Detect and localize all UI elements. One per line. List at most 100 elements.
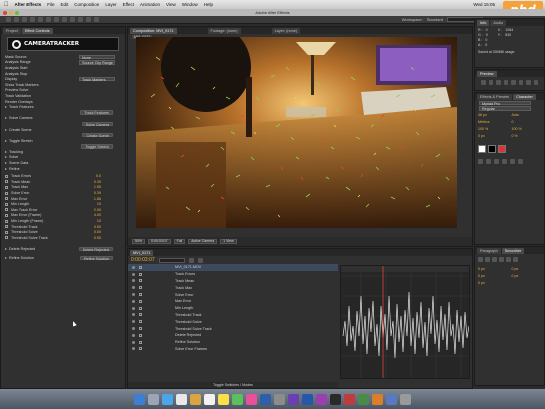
layer-switch-icon[interactable] bbox=[139, 279, 142, 283]
app-store-icon[interactable] bbox=[260, 393, 271, 405]
tab-audio[interactable]: Audio bbox=[490, 20, 507, 26]
apple-icon[interactable]:  bbox=[4, 2, 9, 8]
visibility-eye-icon[interactable] bbox=[132, 306, 135, 310]
stopwatch-icon[interactable] bbox=[5, 191, 8, 195]
tab-smoother[interactable]: Smoother bbox=[501, 248, 525, 254]
subscript-icon[interactable] bbox=[518, 159, 523, 165]
stopwatch-icon[interactable] bbox=[5, 174, 8, 178]
layer-switch-icon[interactable] bbox=[139, 272, 142, 276]
camera-view-dropdown[interactable]: Active Camera bbox=[188, 239, 218, 244]
track-param-value[interactable]: 0.39 bbox=[94, 180, 125, 184]
brush-tool-icon[interactable] bbox=[70, 17, 75, 22]
menu-edit[interactable]: Edit bbox=[61, 2, 69, 7]
layer-switch-icon[interactable] bbox=[139, 327, 142, 331]
timeline-layer-row[interactable]: Threshold Solve Track bbox=[128, 325, 338, 332]
justify-all-icon[interactable] bbox=[513, 257, 518, 262]
premiere-icon[interactable] bbox=[316, 393, 327, 405]
tab-info[interactable]: Info bbox=[477, 20, 490, 26]
layer-switch-icon[interactable] bbox=[139, 340, 142, 344]
refine-button[interactable]: Refine Solution bbox=[79, 255, 113, 261]
disclosure-triangle-icon[interactable] bbox=[5, 150, 7, 153]
stopwatch-icon[interactable] bbox=[5, 197, 8, 201]
track-param-value[interactable]: 0.50 bbox=[94, 225, 125, 229]
disclosure-triangle-icon[interactable] bbox=[5, 167, 7, 170]
effect-action-button[interactable]: Track Features bbox=[80, 110, 113, 115]
small-caps-icon[interactable] bbox=[502, 159, 507, 165]
minimize-window-button[interactable] bbox=[9, 10, 13, 15]
timeline-layer-row[interactable]: Track Mean bbox=[128, 278, 338, 285]
audio-icon[interactable] bbox=[518, 80, 523, 85]
eraser-tool-icon[interactable] bbox=[86, 17, 91, 22]
menu-composition[interactable]: Composition bbox=[74, 2, 99, 7]
tab-composition[interactable]: Composition: MVI_0171 bbox=[130, 28, 177, 34]
disclosure-triangle-icon[interactable] bbox=[5, 156, 7, 159]
refine-button[interactable]: Delete Rejected bbox=[78, 246, 113, 252]
effect-action-button[interactable]: Create Scene bbox=[82, 132, 113, 138]
visibility-eye-icon[interactable] bbox=[132, 265, 135, 269]
menu-help[interactable]: Help bbox=[204, 2, 213, 7]
timeline-layer-row[interactable]: Solve Error Frames bbox=[128, 346, 338, 353]
paragraph-value-field[interactable]: 0 px bbox=[478, 281, 508, 286]
timeline-layer-row[interactable]: Min Length bbox=[128, 305, 338, 312]
visibility-eye-icon[interactable] bbox=[132, 286, 135, 290]
visibility-eye-icon[interactable] bbox=[132, 340, 135, 344]
graph-editor[interactable] bbox=[340, 265, 470, 379]
track-param-value[interactable]: 0.50 bbox=[94, 230, 125, 234]
disclosure-triangle-icon[interactable] bbox=[5, 117, 7, 120]
visibility-eye-icon[interactable] bbox=[132, 272, 135, 276]
effect-param-dropdown[interactable]: Track Markers bbox=[79, 76, 115, 82]
rotate-tool-icon[interactable] bbox=[30, 17, 35, 22]
visibility-eye-icon[interactable] bbox=[132, 327, 135, 331]
visibility-eye-icon[interactable] bbox=[132, 347, 135, 351]
timeline-layer-row[interactable]: Threshold Solve bbox=[128, 318, 338, 325]
zoom-window-button[interactable] bbox=[15, 10, 19, 15]
stopwatch-icon[interactable] bbox=[5, 202, 8, 206]
effect-param-dropdown[interactable]: None bbox=[79, 54, 115, 59]
clock[interactable]: Wed 15:05 bbox=[473, 2, 495, 7]
graph-editor-icon[interactable] bbox=[188, 257, 194, 263]
stopwatch-icon[interactable] bbox=[5, 219, 8, 223]
character-value-field[interactable]: 100 % bbox=[512, 127, 542, 132]
track-param-value[interactable]: 10 bbox=[97, 202, 125, 206]
trash-icon[interactable] bbox=[400, 393, 411, 405]
loop-icon[interactable] bbox=[526, 80, 531, 85]
current-time-display[interactable]: 0:00:03:07 bbox=[148, 239, 171, 244]
tab-layer[interactable]: Layer: (none) bbox=[271, 28, 301, 34]
stopwatch-icon[interactable] bbox=[5, 213, 8, 217]
itunes-icon[interactable] bbox=[246, 393, 257, 405]
effect-action-button[interactable]: Toggle Stretch bbox=[81, 144, 113, 149]
track-param-value[interactable]: 0.50 bbox=[94, 236, 125, 240]
magnification-dropdown[interactable]: 50% bbox=[132, 239, 146, 244]
track-param-value[interactable]: 2.00 bbox=[94, 208, 125, 212]
visibility-eye-icon[interactable] bbox=[132, 279, 135, 283]
quicktime-icon[interactable] bbox=[344, 393, 355, 405]
visibility-eye-icon[interactable] bbox=[132, 299, 135, 303]
last-frame-icon[interactable] bbox=[511, 80, 516, 85]
visibility-eye-icon[interactable] bbox=[132, 313, 135, 317]
paragraph-value-field[interactable]: 0 px bbox=[478, 274, 508, 279]
motion-blur-icon[interactable] bbox=[197, 257, 203, 263]
downloads-stack-icon[interactable] bbox=[386, 393, 397, 405]
view-layout-dropdown[interactable]: 1 View bbox=[220, 239, 237, 244]
effect-param-dropdown[interactable]: Source Clip Range bbox=[79, 60, 115, 65]
layer-switch-icon[interactable] bbox=[139, 306, 142, 310]
visibility-eye-icon[interactable] bbox=[132, 333, 135, 337]
paragraph-value-field[interactable]: 0 px bbox=[512, 267, 542, 272]
contacts-icon[interactable] bbox=[190, 393, 201, 405]
fill-color-swatch[interactable] bbox=[478, 145, 486, 154]
timeline-layer-row[interactable]: Solve Error bbox=[128, 291, 338, 298]
menu-view[interactable]: View bbox=[166, 2, 176, 7]
paragraph-value-field[interactable]: 0 px bbox=[478, 267, 508, 272]
track-param-value[interactable]: 4.00 bbox=[94, 213, 125, 217]
zoom-tool-icon[interactable] bbox=[22, 17, 27, 22]
calendar-icon[interactable] bbox=[204, 393, 215, 405]
timeline-layer-row[interactable]: Refine Solution bbox=[128, 339, 338, 346]
stopwatch-icon[interactable] bbox=[5, 230, 8, 234]
effect-action-button[interactable]: Solve Camera bbox=[81, 121, 113, 126]
menu-effect[interactable]: Effect bbox=[123, 2, 134, 7]
tab-footage[interactable]: Footage: (none) bbox=[207, 28, 241, 34]
previous-frame-icon[interactable] bbox=[488, 80, 493, 85]
font-family-dropdown[interactable]: Myriad Pro bbox=[479, 100, 531, 105]
visibility-eye-icon[interactable] bbox=[132, 320, 135, 324]
tab-project[interactable]: Project bbox=[3, 28, 21, 34]
